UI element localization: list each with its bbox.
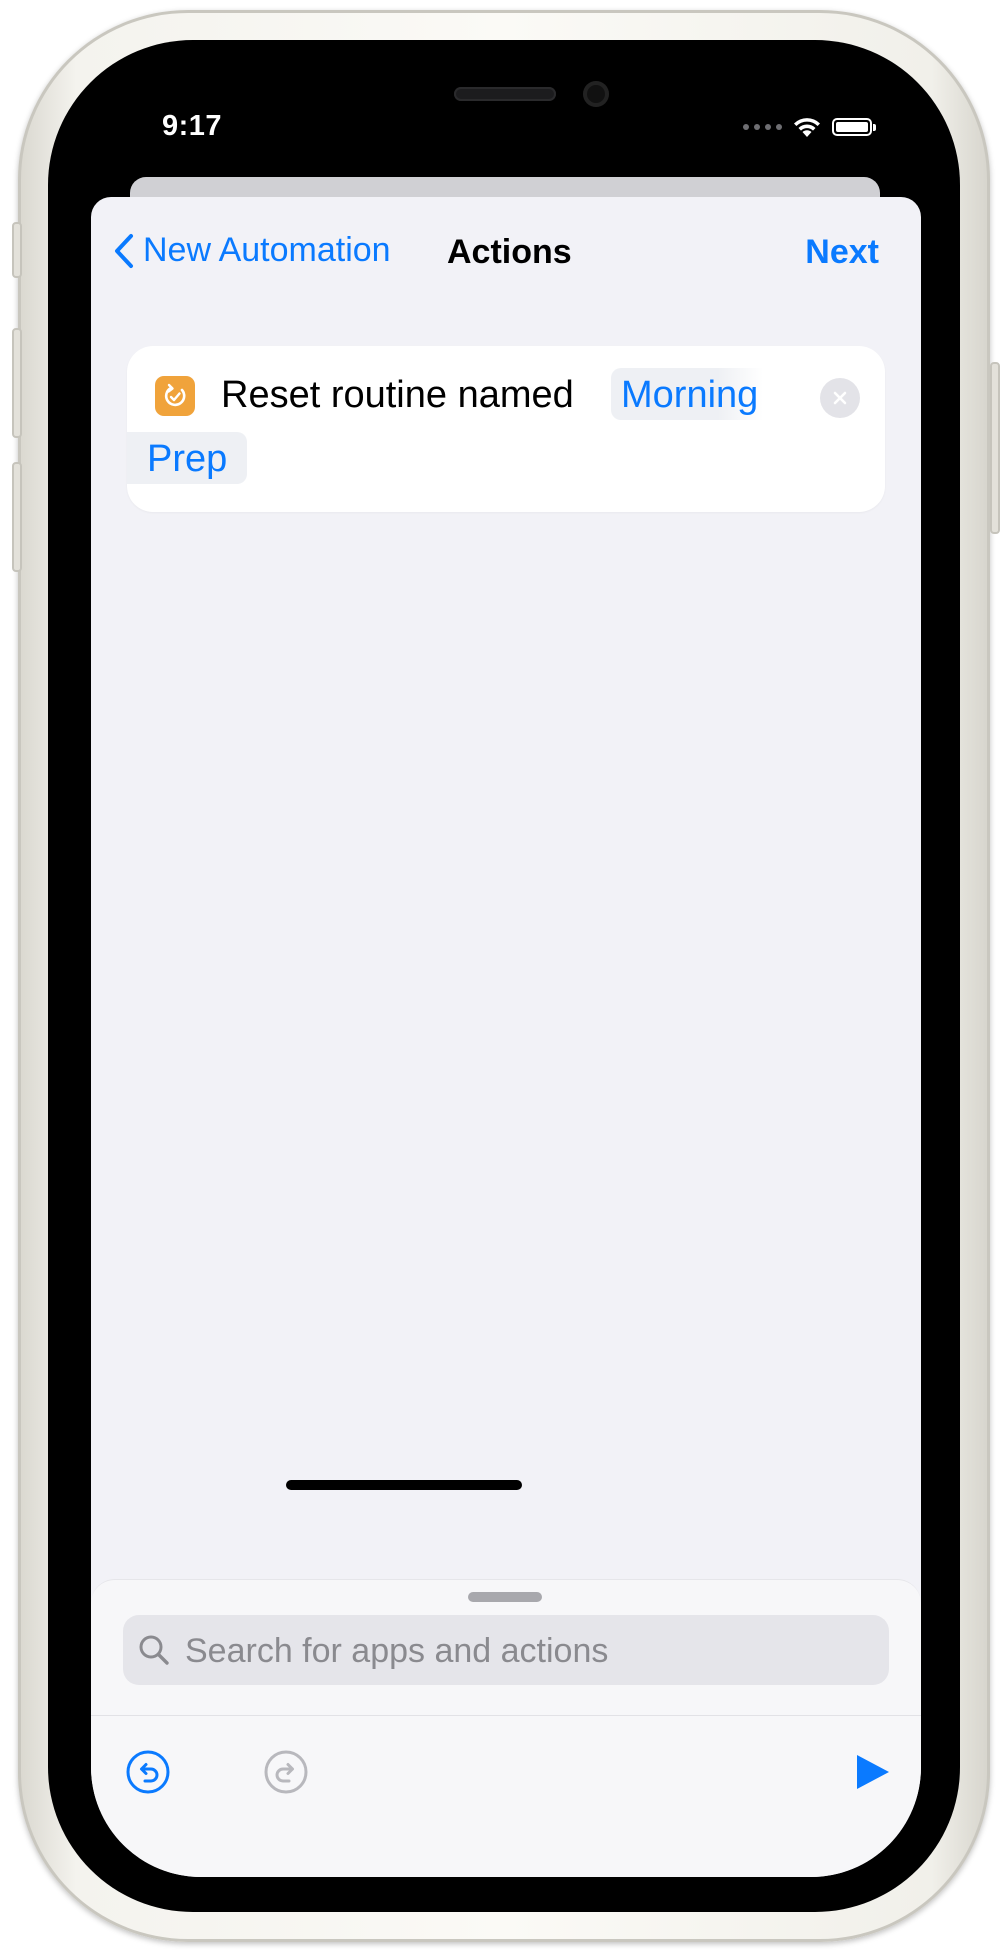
- action-label: Reset routine named: [221, 374, 574, 416]
- routine-name-line2: Prep: [147, 438, 228, 480]
- next-button[interactable]: Next: [805, 233, 879, 272]
- undo-button[interactable]: [125, 1749, 171, 1800]
- action-library-panel: [91, 1579, 921, 1877]
- power-button: [990, 362, 1000, 534]
- cellular-signal-icon: [743, 124, 782, 130]
- toolbar-divider: [91, 1715, 921, 1716]
- volume-down-button: [12, 462, 22, 572]
- home-indicator[interactable]: [286, 1480, 522, 1490]
- search-input[interactable]: [183, 1625, 867, 1677]
- redo-button[interactable]: [263, 1749, 309, 1800]
- silent-switch: [12, 222, 22, 278]
- routine-name-token-continued[interactable]: Prep: [127, 432, 247, 484]
- actions-sheet: New Automation Actions Next Reset routin…: [91, 197, 921, 1877]
- run-button[interactable]: [852, 1752, 892, 1797]
- wifi-icon: [794, 118, 820, 137]
- routine-reset-icon: [155, 376, 195, 416]
- back-button[interactable]: New Automation: [113, 231, 391, 270]
- panel-grabber[interactable]: [468, 1592, 542, 1602]
- earpiece-speaker: [454, 87, 556, 101]
- redo-icon: [264, 1750, 308, 1794]
- routine-name-token[interactable]: Morning: [611, 368, 763, 420]
- search-field[interactable]: [123, 1615, 889, 1685]
- remove-action-button[interactable]: [820, 378, 860, 418]
- status-time: 9:17: [162, 110, 223, 142]
- action-card[interactable]: Reset routine named Morning Prep: [127, 346, 885, 512]
- routine-name-line1: Morning: [621, 374, 759, 416]
- status-indicators: [743, 116, 876, 138]
- undo-icon: [126, 1750, 170, 1794]
- front-camera: [583, 81, 609, 107]
- navigation-bar: New Automation Actions Next: [91, 197, 921, 313]
- close-icon: [833, 391, 847, 405]
- volume-up-button: [12, 328, 22, 438]
- chevron-left-icon: [115, 233, 133, 268]
- search-icon: [139, 1635, 169, 1665]
- play-icon: [857, 1755, 889, 1789]
- battery-icon: [832, 118, 876, 136]
- page-title: Actions: [447, 233, 572, 271]
- back-button-label: New Automation: [143, 231, 391, 269]
